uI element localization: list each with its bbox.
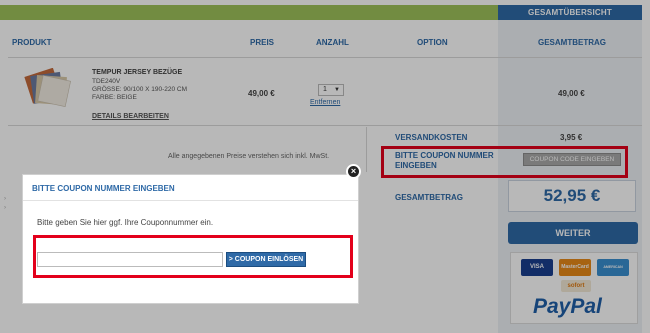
close-icon[interactable]: ×: [346, 164, 361, 179]
modal-instructions: Bitte geben Sie hier ggf. Ihre Couponnum…: [37, 218, 214, 227]
chevron-right-icon: ›: [4, 205, 6, 211]
coupon-modal: BITTE COUPON NUMMER EINGEBEN Bitte geben…: [22, 174, 359, 304]
modal-title: BITTE COUPON NUMMER EINGEBEN: [23, 175, 358, 201]
redeem-coupon-button[interactable]: > COUPON EINLÖSEN: [226, 252, 306, 267]
coupon-input[interactable]: [37, 252, 223, 267]
chevron-right-icon: ›: [4, 196, 6, 202]
